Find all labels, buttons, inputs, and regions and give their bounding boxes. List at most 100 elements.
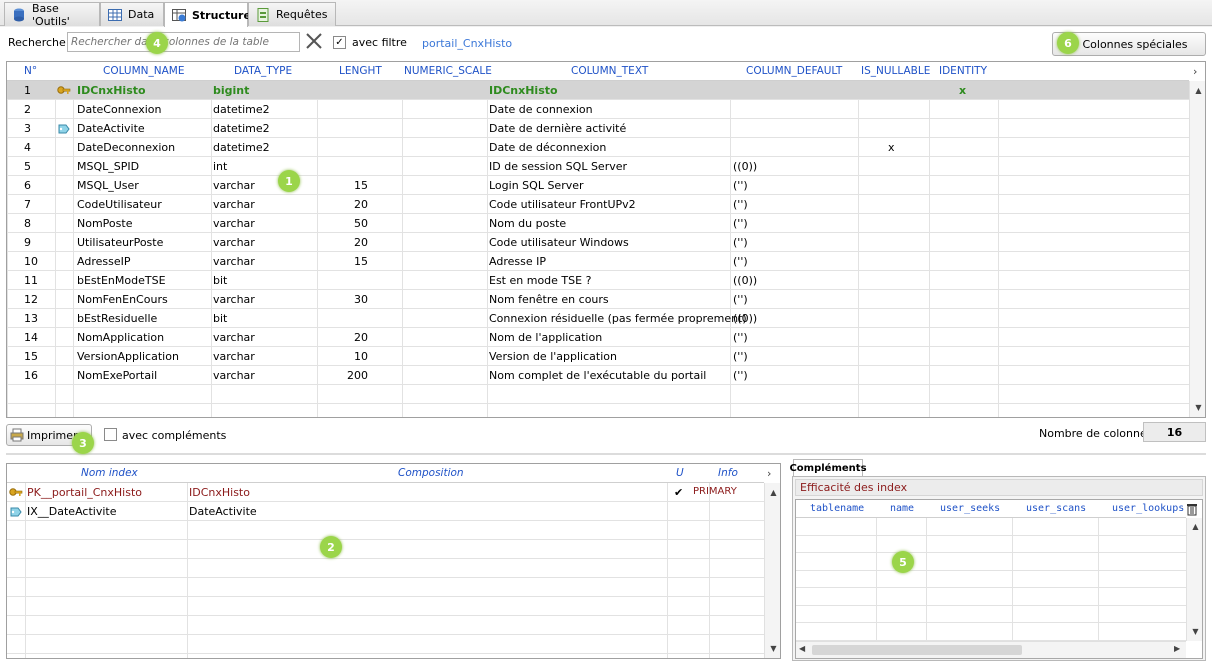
callout-5: 5 bbox=[892, 551, 914, 573]
header-n[interactable]: N° bbox=[24, 65, 37, 77]
index-scroll-up-icon[interactable]: ▲ bbox=[765, 485, 780, 501]
cell-type: bit bbox=[213, 274, 228, 287]
index-row[interactable] bbox=[7, 540, 764, 559]
tab-requetes[interactable]: Requêtes bbox=[248, 2, 336, 26]
efficiency-row[interactable] bbox=[796, 623, 1186, 641]
header-numeric-scale[interactable]: NUMERIC_SCALE bbox=[404, 65, 492, 77]
table-row[interactable]: 12 NomFenEnCours varchar 30 Nom fenêtre en c… bbox=[7, 290, 1189, 309]
index-row[interactable] bbox=[7, 578, 764, 597]
columns-grid-scrollbar[interactable]: ▲ ▼ bbox=[1189, 81, 1205, 417]
cell-text: IDCnxHisto bbox=[489, 84, 558, 97]
eff-scroll-thumb[interactable] bbox=[812, 645, 1022, 655]
cell-len: 50 bbox=[354, 217, 368, 230]
cell-len: 10 bbox=[354, 350, 368, 363]
header-composition[interactable]: Composition bbox=[398, 467, 464, 479]
table-row[interactable]: 4 DateDeconnexion datetime2 Date de déconne… bbox=[7, 138, 1189, 157]
cell-text: Code utilisateur Windows bbox=[489, 236, 629, 249]
table-row[interactable]: 13 bEstResiduelle bit Connexion résiduelle … bbox=[7, 309, 1189, 328]
eff-scroll-up-icon[interactable]: ▲ bbox=[1187, 519, 1202, 535]
index-row[interactable] bbox=[7, 559, 764, 578]
with-complements-checkbox[interactable] bbox=[104, 428, 117, 441]
tab-complements[interactable]: Compléments bbox=[789, 459, 867, 477]
table-row[interactable]: 5 MSQL_SPID int ID de session SQL Server ((0… bbox=[7, 157, 1189, 176]
table-row[interactable] bbox=[7, 385, 1189, 404]
eff-scroll-down-icon[interactable]: ▼ bbox=[1187, 624, 1202, 640]
cell-name: DateActivite bbox=[77, 122, 145, 135]
eff-scroll-right-icon[interactable]: ▶ bbox=[1174, 644, 1180, 653]
header-user-seeks[interactable]: user_seeks bbox=[940, 503, 1000, 514]
tab-label: Data bbox=[128, 8, 155, 21]
index-scroll-down-icon[interactable]: ▼ bbox=[765, 641, 780, 657]
tab-base-outils[interactable]: Base 'Outils' bbox=[4, 2, 100, 28]
table-row[interactable]: 16 NomExePortail varchar 200 Nom complet de … bbox=[7, 366, 1189, 385]
index-row[interactable] bbox=[7, 616, 764, 635]
table-row[interactable]: 11 bEstEnModeTSE bit Est en mode TSE ? ((0)) bbox=[7, 271, 1189, 290]
clear-search-icon[interactable] bbox=[305, 32, 323, 50]
index-row[interactable]: IX__DateActivite DateActivite bbox=[7, 502, 764, 521]
cell-def: ('') bbox=[733, 369, 748, 382]
header-column-text[interactable]: COLUMN_TEXT bbox=[571, 65, 648, 77]
header-lenght[interactable]: LENGHT bbox=[339, 65, 382, 77]
callout-3: 3 bbox=[72, 432, 94, 454]
efficiency-hscroll[interactable]: ◀ ▶ bbox=[796, 641, 1186, 658]
header-user-scans[interactable]: user_scans bbox=[1026, 503, 1086, 514]
table-row[interactable]: 8 NomPoste varchar 50 Nom du poste ('') bbox=[7, 214, 1189, 233]
header-unique[interactable]: U bbox=[676, 467, 684, 479]
table-row[interactable]: 1 IDCnxHisto bigint IDCnxHisto x bbox=[7, 81, 1189, 100]
table-row[interactable]: 10 AdresseIP varchar 15 Adresse IP ('') bbox=[7, 252, 1189, 271]
tab-structure[interactable]: Structure bbox=[164, 2, 251, 27]
callout-6: 6 bbox=[1057, 32, 1079, 54]
table-row[interactable]: 3 DateActivite datetime2 Date de dernière a… bbox=[7, 119, 1189, 138]
search-input[interactable] bbox=[67, 32, 300, 52]
index-row[interactable] bbox=[7, 597, 764, 616]
efficiency-row[interactable] bbox=[796, 606, 1186, 623]
scroll-down-icon[interactable]: ▼ bbox=[1190, 400, 1205, 416]
table-row[interactable]: 15 VersionApplication varchar 10 Version de … bbox=[7, 347, 1189, 366]
efficiency-vscroll[interactable]: ▲ ▼ bbox=[1186, 518, 1202, 641]
header-tablename[interactable]: tablename bbox=[810, 503, 864, 514]
cell-def: ((0)) bbox=[733, 160, 758, 173]
delete-icon[interactable] bbox=[1186, 502, 1198, 516]
table-row[interactable]: 7 CodeUtilisateur varchar 20 Code utilisateu… bbox=[7, 195, 1189, 214]
header-index-name[interactable]: Nom index bbox=[81, 467, 138, 479]
header-identity[interactable]: IDENTITY bbox=[939, 65, 987, 77]
header-info[interactable]: Info bbox=[718, 467, 738, 479]
header-data-type[interactable]: DATA_TYPE bbox=[234, 65, 292, 77]
scroll-up-icon[interactable]: ▲ bbox=[1190, 83, 1205, 99]
table-row[interactable]: 9 UtilisateurPoste varchar 20 Code utilisate… bbox=[7, 233, 1189, 252]
efficiency-row[interactable] bbox=[796, 536, 1186, 553]
cell-len: 20 bbox=[354, 331, 368, 344]
cell-n: 15 bbox=[24, 350, 38, 363]
header-user-lookups[interactable]: user_lookups bbox=[1112, 503, 1184, 514]
cell-type: datetime2 bbox=[213, 122, 270, 135]
header-column-default[interactable]: COLUMN_DEFAULT bbox=[746, 65, 842, 77]
cell-def: ('') bbox=[733, 255, 748, 268]
table-row[interactable]: 6 MSQL_User varchar 15 Login SQL Server ('') bbox=[7, 176, 1189, 195]
header-name[interactable]: name bbox=[890, 503, 914, 514]
cell-name: MSQL_User bbox=[77, 179, 139, 192]
index-grid-scrollbar[interactable]: ▲ ▼ bbox=[764, 483, 780, 658]
callout-1: 1 bbox=[278, 170, 300, 192]
table-row[interactable]: 2 DateConnexion datetime2 Date de connexion bbox=[7, 100, 1189, 119]
header-is-nullable[interactable]: IS_NULLABLE bbox=[861, 65, 930, 77]
cell-type: varchar bbox=[213, 369, 255, 382]
header-column-name[interactable]: COLUMN_NAME bbox=[103, 65, 185, 77]
cell-def: ((0)) bbox=[733, 312, 758, 325]
tab-data[interactable]: Data bbox=[100, 2, 164, 26]
index-row[interactable] bbox=[7, 635, 764, 654]
efficiency-row[interactable] bbox=[796, 571, 1186, 588]
efficiency-row[interactable] bbox=[796, 518, 1186, 536]
index-grid-header: Nom index Composition U Info bbox=[7, 464, 764, 483]
scroll-right-icon[interactable]: › bbox=[1193, 65, 1197, 78]
cell-type: varchar bbox=[213, 236, 255, 249]
table-row[interactable]: 14 NomApplication varchar 20 Nom de l'applic… bbox=[7, 328, 1189, 347]
index-scroll-right-icon[interactable]: › bbox=[767, 467, 771, 480]
tab-bar: Base 'Outils' Data Structure Requêtes bbox=[0, 0, 1212, 28]
eff-scroll-left-icon[interactable]: ◀ bbox=[799, 644, 805, 653]
splitter[interactable] bbox=[6, 453, 1206, 455]
filter-checkbox[interactable]: ✓ bbox=[333, 36, 346, 49]
efficiency-row[interactable] bbox=[796, 588, 1186, 606]
index-row[interactable] bbox=[7, 521, 764, 540]
index-row[interactable]: PK__portail_CnxHisto IDCnxHisto ✔ PRIMARY bbox=[7, 483, 764, 502]
efficiency-row[interactable] bbox=[796, 553, 1186, 571]
